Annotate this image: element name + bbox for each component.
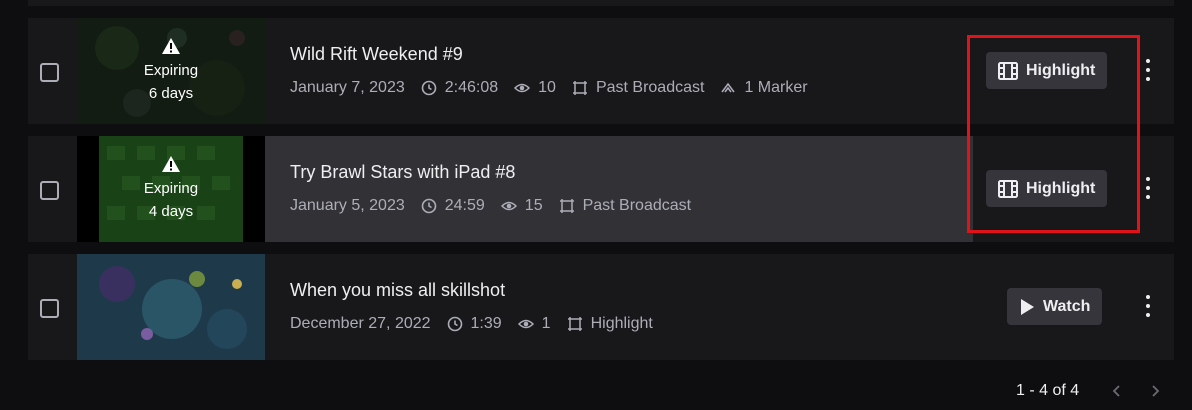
watch-button-label: Watch — [1043, 297, 1091, 315]
video-duration: 2:46:08 — [444, 79, 499, 96]
chevron-right-icon[interactable] — [1146, 382, 1164, 400]
select-checkbox[interactable] — [40, 181, 59, 200]
warning-icon — [162, 156, 180, 172]
video-type: Past Broadcast — [595, 79, 705, 96]
video-date: December 27, 2022 — [290, 315, 431, 332]
video-title[interactable]: Try Brawl Stars with iPad #8 — [290, 162, 515, 183]
video-type: Highlight — [590, 315, 653, 332]
video-type: Past Broadcast — [582, 197, 692, 214]
video-thumbnail[interactable]: Expiring 6 days — [77, 18, 265, 124]
video-title[interactable]: Wild Rift Weekend #9 — [290, 44, 463, 65]
video-markers: 1 Marker — [744, 79, 808, 96]
video-date: January 7, 2023 — [290, 79, 405, 96]
select-checkbox[interactable] — [40, 63, 59, 82]
broadcast-icon — [567, 317, 582, 331]
more-options-icon[interactable] — [1140, 57, 1156, 83]
video-row[interactable]: When you miss all skillshot December 27,… — [28, 254, 1174, 360]
clock-icon — [421, 198, 437, 214]
marker-icon — [721, 82, 736, 93]
clock-icon — [447, 316, 462, 332]
warning-icon — [162, 38, 180, 54]
eye-icon — [500, 201, 517, 211]
video-date: January 5, 2023 — [290, 197, 405, 214]
video-meta: December 27, 2022 1:39 1 Highlight — [290, 314, 653, 334]
play-icon — [1021, 298, 1034, 315]
annotation-highlight-box — [967, 35, 1140, 233]
previous-row-edge — [28, 0, 1174, 6]
expiring-overlay: Expiring 6 days — [77, 18, 265, 124]
more-options-icon[interactable] — [1140, 293, 1156, 319]
pagination-range: 1 - 4 of 4 — [1016, 382, 1080, 399]
eye-icon — [517, 319, 534, 329]
watch-button[interactable]: Watch — [1007, 288, 1103, 325]
video-thumbnail[interactable]: Expiring 4 days — [77, 136, 265, 242]
video-meta: January 7, 2023 2:46:08 10 Past Broadcas… — [290, 78, 808, 98]
video-views: 1 — [541, 315, 551, 332]
expiring-overlay: Expiring 4 days — [77, 136, 265, 242]
video-thumbnail[interactable] — [77, 254, 265, 360]
row-hover-background — [265, 136, 973, 242]
expiring-label: Expiring — [143, 62, 199, 79]
expiring-label: Expiring — [143, 180, 199, 197]
broadcast-icon — [559, 199, 574, 213]
select-checkbox[interactable] — [40, 299, 59, 318]
expiring-days: 6 days — [148, 85, 194, 102]
eye-icon — [514, 83, 531, 93]
video-title[interactable]: When you miss all skillshot — [290, 280, 505, 301]
video-views: 15 — [524, 197, 543, 214]
expiring-days: 4 days — [148, 203, 194, 220]
more-options-icon[interactable] — [1140, 175, 1156, 201]
video-views: 10 — [538, 79, 556, 96]
video-duration: 1:39 — [470, 315, 502, 332]
chevron-left-icon[interactable] — [1108, 382, 1126, 400]
video-meta: January 5, 2023 24:59 15 Past Broadcast — [290, 196, 691, 216]
video-duration: 24:59 — [444, 197, 485, 214]
clock-icon — [421, 80, 437, 96]
thumbnail-image — [77, 254, 265, 360]
broadcast-icon — [572, 81, 587, 95]
